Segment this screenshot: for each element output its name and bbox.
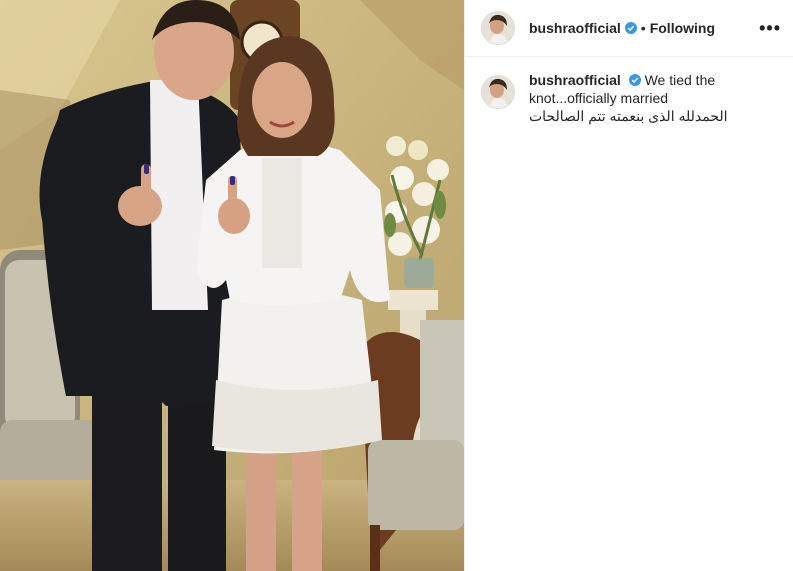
post-caption: bushraofficial We tied the knot...offici… xyxy=(465,57,793,125)
verified-badge-icon xyxy=(624,22,637,34)
caption-arabic-text: الحمدلله الذى بنعمته تتم الصالحات xyxy=(529,108,728,124)
header-separator: • xyxy=(640,20,646,36)
caption-username[interactable]: bushraofficial xyxy=(529,72,621,88)
instagram-post: bushraofficial • Following ••• bushraoff… xyxy=(0,0,793,571)
following-button[interactable]: Following xyxy=(650,20,715,36)
post-header: bushraofficial • Following ••• xyxy=(465,0,793,57)
caption-avatar[interactable] xyxy=(481,75,515,109)
more-options-icon[interactable]: ••• xyxy=(759,18,781,39)
post-sidebar: bushraofficial • Following ••• bushraoff… xyxy=(464,0,793,571)
caption-verified-badge-icon xyxy=(628,74,641,86)
wedding-photo xyxy=(0,0,464,571)
caption-body: bushraofficial We tied the knot...offici… xyxy=(529,71,769,125)
post-photo[interactable] xyxy=(0,0,464,571)
caption-avatar-image xyxy=(482,76,514,108)
avatar-image xyxy=(482,12,514,44)
profile-avatar[interactable] xyxy=(481,11,515,45)
header-username[interactable]: bushraofficial xyxy=(529,20,621,36)
